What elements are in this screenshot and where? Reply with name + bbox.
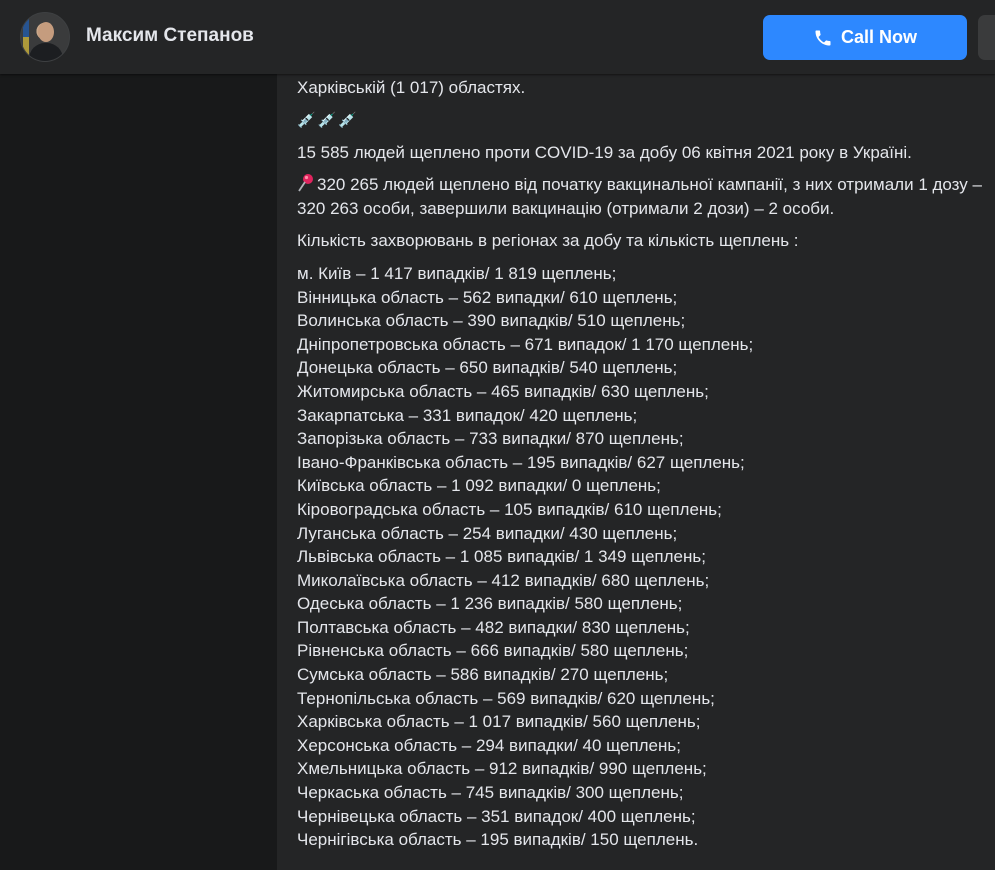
avatar-suit [29,43,63,61]
call-now-label: Call Now [840,27,917,47]
post-body: Харківській (1 017) областях. 💉💉💉 15 585… [277,74,995,870]
list-item: Дніпропетровська область – 671 випадок/ … [297,334,754,354]
list-item: Вінницька область – 562 випадки/ 610 щеп… [297,287,678,307]
list-item: Житомирська область – 465 випадків/ 630 … [297,381,709,401]
post-text: Харківській (1 017) областях. 💉💉💉 15 585… [297,74,995,852]
avatar-face [38,22,54,42]
syringe-emoji-icon: 💉💉💉 [297,111,360,129]
list-item: Херсонська область – 294 випадки/ 40 щеп… [297,735,681,755]
list-item: Хмельницька область – 912 випадків/ 990 … [297,759,707,779]
left-column [0,74,277,870]
list-item: Закарпатська – 331 випадок/ 420 щеплень; [297,405,638,425]
list-item: Київська область – 1 092 випадки/ 0 щепл… [297,476,661,496]
vaccinated-day-text: 15 585 людей щеплено проти COVID-19 за д… [297,142,912,162]
list-item: Миколаївська область – 412 випадків/ 680… [297,570,710,590]
more-button[interactable] [978,15,995,60]
list-item: Волинська область – 390 випадків/ 510 ще… [297,311,686,331]
list-item: Донецька область – 650 випадків/ 540 щеп… [297,358,678,378]
list-item: Рівненська область – 666 випадків/ 580 щ… [297,641,689,661]
list-item: Сумська область – 586 випадків/ 270 щепл… [297,665,669,685]
list-item: Луганська область – 254 випадки/ 430 щеп… [297,523,678,543]
avatar[interactable] [20,12,70,62]
list-item: Черкаська область – 745 випадків/ 300 ще… [297,783,684,803]
list-item: Івано-Франківська область – 195 випадків… [297,452,745,472]
list-item: Полтавська область – 482 випадки/ 830 ще… [297,617,690,637]
list-item: м. Київ – 1 417 випадків/ 1 819 щеплень; [297,263,617,283]
vaccinated-total-paragraph: 320 265 людей щеплено від початку вакцин… [297,173,995,220]
list-item: Одеська область – 1 236 випадків/ 580 ще… [297,594,683,614]
intro-line: Харківській (1 017) областях. [297,78,526,97]
flag-background [23,19,29,55]
pushpin-icon [297,173,315,193]
list-item: Чернівецька область – 351 випадок/ 400 щ… [297,806,696,826]
list-item: Чернігівська область – 195 випадків/ 150… [297,830,699,850]
region-list: м. Київ – 1 417 випадків/ 1 819 щеплень;… [297,262,995,852]
list-item: Харківська область – 1 017 випадків/ 560… [297,712,701,732]
page-title[interactable]: Максим Степанов [86,25,254,47]
list-item: Кіровоградська область – 105 випадків/ 6… [297,499,722,519]
list-item: Тернопільська область – 569 випадків/ 62… [297,688,715,708]
list-item: Запорізька область – 733 випадки/ 870 ще… [297,429,684,449]
call-now-button[interactable]: Call Now [763,15,967,60]
list-item: Львівська область – 1 085 випадків/ 1 34… [297,547,706,567]
regions-heading: Кількість захворювань в регіонах за добу… [297,231,799,251]
phone-icon [813,28,833,48]
page-header: Максим Степанов Call Now [0,0,995,74]
vaccinated-total-text: 320 265 людей щеплено від початку вакцин… [297,175,982,218]
